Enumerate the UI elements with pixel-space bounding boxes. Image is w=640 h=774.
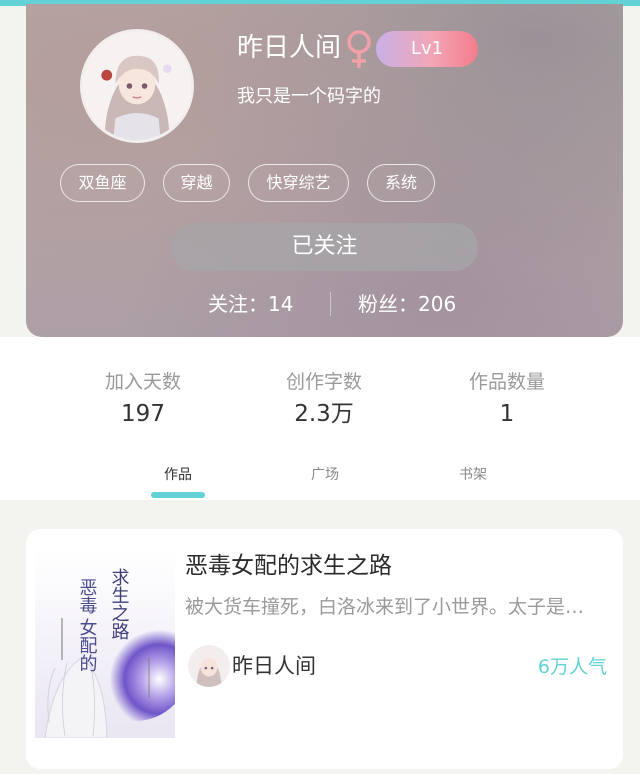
stat-label: 作品数量 bbox=[468, 371, 545, 393]
level-badge: Lv1 bbox=[376, 31, 478, 67]
tag-constellation[interactable]: 双鱼座 bbox=[60, 164, 145, 202]
book-card[interactable]: 恶毒 女配的 求生之路 恶毒女配的求生之路 被大货车撞死，白洛冰来到了小世界。太… bbox=[26, 529, 623, 769]
author-avatar bbox=[188, 645, 230, 687]
stat-word-count: 创作字数 2.3万 bbox=[244, 369, 404, 431]
stats-panel: 加入天数 197 创作字数 2.3万 作品数量 1 bbox=[52, 337, 597, 461]
book-cover-image[interactable]: 恶毒 女配的 求生之路 bbox=[35, 548, 175, 738]
bio-text: 我只是一个码字的 bbox=[237, 86, 381, 107]
tab-bookshelf[interactable]: 书架 bbox=[459, 464, 487, 484]
tab-square[interactable]: 广场 bbox=[311, 464, 339, 484]
following-count[interactable]: 关注：14 bbox=[208, 289, 293, 319]
tab-works[interactable]: 作品 bbox=[164, 464, 192, 484]
stat-value: 2.3万 bbox=[294, 401, 354, 427]
stat-works-count: 作品数量 1 bbox=[427, 369, 587, 431]
book-title[interactable]: 恶毒女配的求生之路 bbox=[185, 549, 392, 583]
tag-system[interactable]: 系统 bbox=[367, 164, 435, 202]
follow-button[interactable]: 已关注 bbox=[171, 223, 478, 271]
author-name: 昨日人间 bbox=[232, 654, 316, 678]
stat-label: 创作字数 bbox=[285, 371, 362, 393]
tag-time-travel[interactable]: 穿越 bbox=[163, 164, 230, 202]
svg-text:求生之路: 求生之路 bbox=[109, 568, 130, 640]
svg-text:恶毒: 恶毒 bbox=[77, 578, 98, 614]
active-tab-indicator bbox=[151, 492, 205, 498]
stat-value: 197 bbox=[121, 401, 165, 427]
username: 昨日人间 bbox=[237, 33, 342, 63]
stat-label: 加入天数 bbox=[104, 371, 181, 393]
svg-text:女配的: 女配的 bbox=[77, 618, 98, 673]
followers-count[interactable]: 粉丝：206 bbox=[358, 289, 456, 319]
stat-value: 1 bbox=[499, 401, 515, 427]
female-icon bbox=[347, 30, 371, 68]
avatar[interactable] bbox=[80, 29, 194, 143]
book-description: 被大货车撞死，白洛冰来到了小世界。太子是… bbox=[185, 596, 585, 618]
tag-quick-travel-variety[interactable]: 快穿综艺 bbox=[248, 164, 349, 202]
popularity-count: 6万人气 bbox=[537, 656, 607, 678]
stat-divider bbox=[330, 292, 331, 316]
profile-header: 昨日人间 Lv1 我只是一个码字的 双鱼座 穿越 快穿综艺 系统 已关注 关注：… bbox=[26, 4, 623, 337]
stat-join-days: 加入天数 197 bbox=[63, 369, 223, 431]
